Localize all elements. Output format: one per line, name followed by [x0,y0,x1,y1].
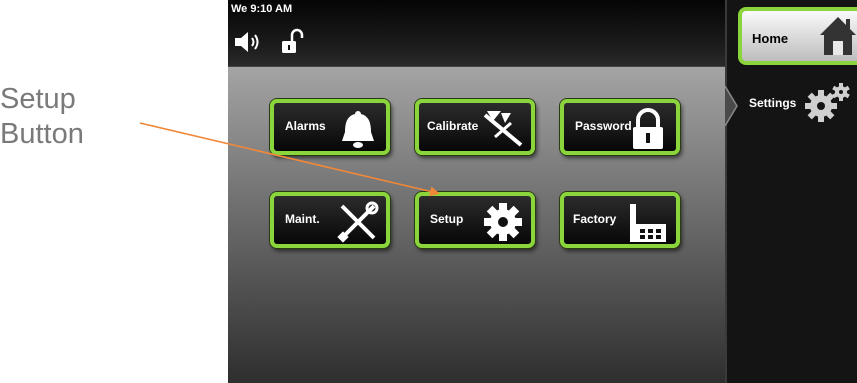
password-button[interactable]: Password [560,99,680,155]
selection-pointer-icon [725,86,738,126]
speaker-icon[interactable] [233,30,267,54]
annotation-line-2: Button [0,118,84,150]
status-time: We 9:10 AM [231,3,293,15]
status-bar: We 9:10 AM [228,0,725,67]
annotation-callout: Setup Button [0,82,200,152]
gears-icon [805,83,850,122]
house-icon [820,17,856,55]
sidebar-item-settings[interactable]: Settings [725,72,857,128]
tools-icon [337,201,379,243]
device-screen: We 9:10 AM Alarms Calibrate Password Mai… [228,0,857,383]
padlock-icon [633,108,663,149]
caliper-icon [483,111,523,147]
setup-label: Setup [430,212,464,226]
gear-icon [484,203,522,241]
home-label: Home [752,31,789,46]
calibrate-button[interactable]: Calibrate [415,99,535,155]
factory-label: Factory [573,212,617,226]
alarms-button[interactable]: Alarms [270,99,390,155]
home-button[interactable]: Home [738,7,857,65]
unlocked-padlock-icon[interactable] [280,28,304,56]
maint-button[interactable]: Maint. [270,192,390,248]
sidebar-divider [725,0,727,383]
calibrate-label: Calibrate [427,119,479,133]
setup-button[interactable]: Setup [415,192,535,248]
maint-label: Maint. [285,212,320,226]
alarms-label: Alarms [285,119,326,133]
settings-menu-panel: Alarms Calibrate Password Maint. Setup F… [228,67,725,383]
factory-icon [630,204,666,242]
bell-icon [342,111,374,148]
password-label: Password [575,119,632,133]
settings-label: Settings [749,96,797,110]
annotation-line-1: Setup [0,83,76,115]
factory-button[interactable]: Factory [560,192,680,248]
